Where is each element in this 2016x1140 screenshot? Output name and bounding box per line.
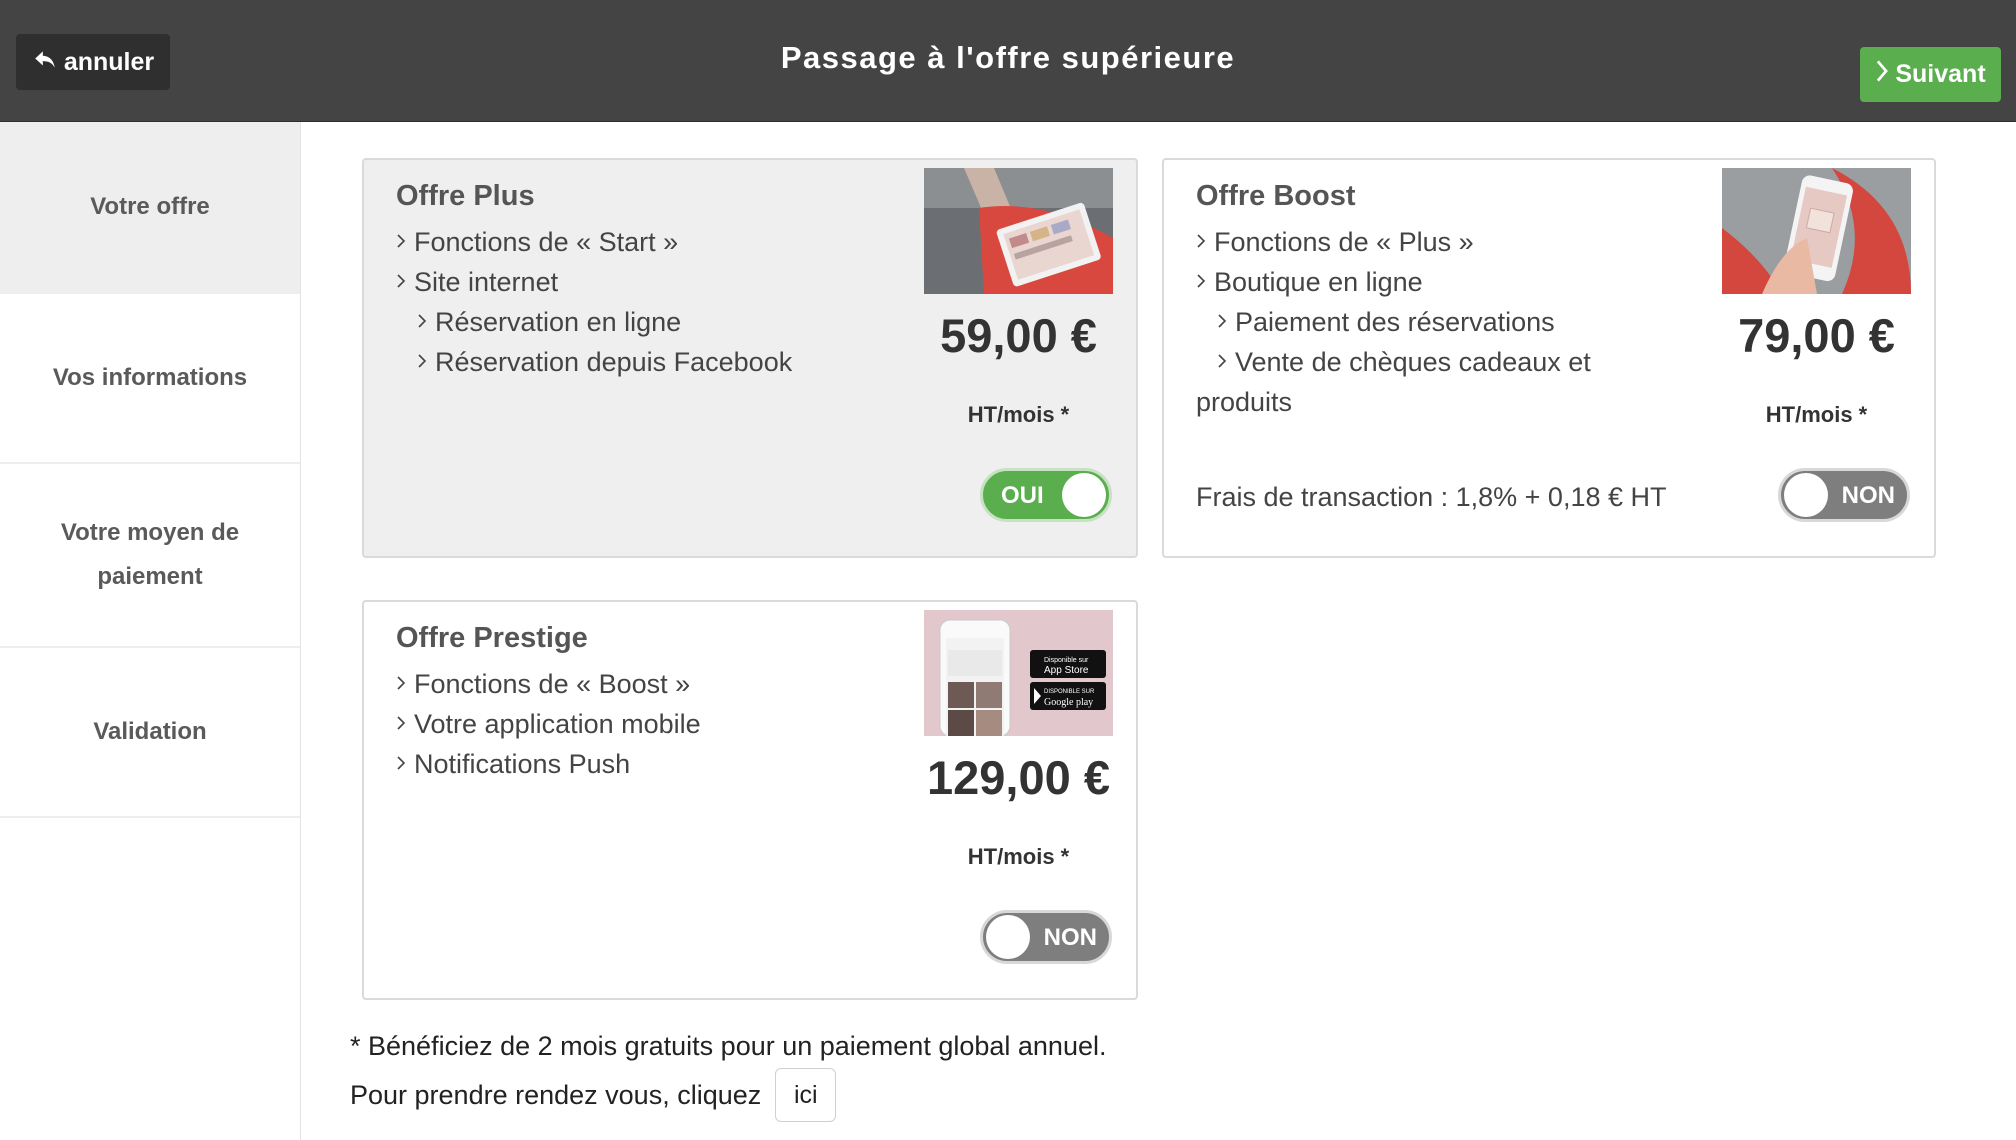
chevron-right-icon — [396, 704, 410, 744]
appointment-link-button[interactable]: ici — [775, 1068, 837, 1122]
toggle-label: NON — [1841, 482, 1895, 509]
offer-card-plus[interactable]: Offre Plus Fonctions de « Start » Site i… — [362, 158, 1138, 558]
offer-price-unit: HT/mois * — [967, 844, 1070, 869]
offer-price-unit: HT/mois * — [967, 402, 1070, 427]
chevron-right-icon — [417, 342, 431, 382]
offer-toggle[interactable]: OUI — [980, 468, 1112, 522]
annual-discount-note: * Bénéficiez de 2 mois gratuits pour un … — [350, 1031, 1107, 1061]
googleplay-badge-text: Google play — [1044, 697, 1093, 708]
feature-list: Fonctions de « Start » Site internet Rés… — [396, 222, 792, 382]
offer-price: 79,00 € — [1738, 309, 1895, 362]
feature-item: Notifications Push — [396, 744, 701, 784]
offer-title: Offre Plus — [396, 180, 535, 212]
feature-list: Fonctions de « Plus » Boutique en ligne … — [1196, 222, 1591, 422]
googleplay-badge-small-text: DISPONIBLE SUR — [1044, 689, 1095, 695]
chevron-right-icon — [1196, 222, 1210, 262]
offer-card-boost[interactable]: Offre Boost Fonctions de « Plus » Boutiq… — [1162, 158, 1936, 558]
page-title: Passage à l'offre supérieure — [780, 40, 1236, 75]
feature-item: Fonctions de « Boost » — [396, 664, 701, 704]
feature-item: Site internet — [396, 262, 792, 302]
feature-item: Vente de chèques cadeaux et — [1196, 342, 1591, 382]
next-label: Suivant — [1895, 60, 1986, 88]
feature-item: Fonctions de « Plus » — [1196, 222, 1591, 262]
appointment-line: Pour prendre rendez vous, cliquez ici — [350, 1068, 837, 1122]
sidebar-item-vos-informations[interactable]: Vos informations — [0, 294, 300, 464]
chevron-right-icon — [417, 302, 431, 342]
offer-toggle[interactable]: NON — [1778, 468, 1910, 522]
sidebar-item-label: Votre moyen de paiement — [60, 519, 240, 590]
toggle-label: OUI — [1001, 482, 1044, 509]
chevron-right-icon — [396, 222, 410, 262]
feature-item: Votre application mobile — [396, 704, 701, 744]
chevron-right-icon — [1217, 342, 1231, 382]
chevron-right-icon — [1217, 302, 1231, 342]
sidebar-item-validation[interactable]: Validation — [0, 648, 300, 818]
top-bar: annuler Passage à l'offre supérieure Sui… — [0, 0, 2016, 122]
offer-title: Offre Boost — [1196, 180, 1356, 212]
steps-sidebar: Votre offre Vos informations Votre moyen… — [0, 122, 301, 1140]
chevron-right-icon — [396, 744, 410, 784]
feature-item: Paiement des réservations — [1196, 302, 1591, 342]
offer-price-unit: HT/mois * — [1765, 402, 1868, 427]
appstore-badge-text: App Store — [1044, 665, 1089, 676]
sidebar-item-moyen-paiement[interactable]: Votre moyen de paiement — [0, 464, 300, 648]
feature-item: Réservation depuis Facebook — [396, 342, 792, 382]
chevron-right-icon — [1196, 262, 1210, 302]
sidebar-item-label: Vos informations — [52, 364, 248, 391]
feature-list: Fonctions de « Boost » Votre application… — [396, 664, 701, 784]
offer-image-tablet — [924, 168, 1113, 294]
chevron-right-icon — [396, 262, 410, 302]
sidebar-item-label: Validation — [93, 718, 207, 745]
sidebar-item-label: Votre offre — [90, 193, 210, 220]
toggle-label: NON — [1043, 924, 1097, 951]
next-button[interactable]: Suivant — [1860, 47, 2001, 102]
appointment-text: Pour prendre rendez vous, cliquez — [350, 1079, 762, 1110]
offer-image-phone — [1722, 168, 1911, 294]
offer-title: Offre Prestige — [396, 622, 588, 654]
main-content: Offre Plus Fonctions de « Start » Site i… — [302, 122, 2016, 1140]
toggle-knob — [986, 915, 1030, 959]
offer-price: 129,00 € — [927, 751, 1110, 804]
toggle-knob — [1784, 473, 1828, 517]
toggle-knob — [1062, 473, 1106, 517]
chevron-right-icon — [1875, 60, 1889, 89]
appstore-badge-small-text: Disponible sur — [1044, 657, 1089, 664]
sidebar-item-votre-offre[interactable]: Votre offre — [0, 122, 300, 294]
feature-item: Réservation en ligne — [396, 302, 792, 342]
offer-price: 59,00 € — [940, 309, 1097, 362]
feature-item: Fonctions de « Start » — [396, 222, 792, 262]
chevron-right-icon — [396, 664, 410, 704]
offer-card-prestige[interactable]: Offre Prestige Fonctions de « Boost » Vo… — [362, 600, 1138, 1000]
offer-image-app: Disponible sur App Store DISPONIBLE SUR … — [924, 610, 1113, 736]
offer-toggle[interactable]: NON — [980, 910, 1112, 964]
transaction-fee-text: Frais de transaction : 1,8% + 0,18 € HT — [1196, 482, 1667, 512]
feature-item: Boutique en ligne — [1196, 262, 1591, 302]
feature-item-continuation: produits — [1196, 387, 1293, 417]
